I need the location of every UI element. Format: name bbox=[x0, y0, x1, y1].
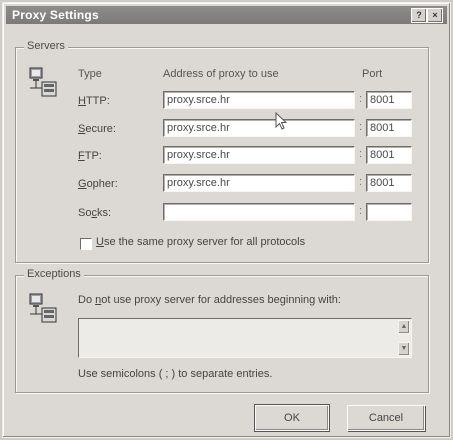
help-button[interactable]: ? bbox=[411, 8, 427, 23]
http-port-input[interactable]: 8001 bbox=[366, 91, 412, 109]
ok-button[interactable]: OK bbox=[254, 404, 330, 432]
exceptions-legend: Exceptions bbox=[24, 268, 84, 280]
gopher-port-input[interactable]: 8001 bbox=[366, 174, 412, 192]
servers-legend: Servers bbox=[24, 40, 68, 52]
socks-address-input[interactable] bbox=[163, 203, 355, 221]
ftp-label: FTP: bbox=[78, 150, 102, 162]
exceptions-textarea[interactable]: ▲ ▼ bbox=[78, 318, 412, 358]
gopher-label: Gopher: bbox=[78, 178, 118, 190]
cancel-button[interactable]: Cancel bbox=[347, 405, 425, 431]
servers-group: Servers Type Address of proxy to use Por… bbox=[15, 40, 429, 263]
secure-label: Secure: bbox=[78, 123, 116, 135]
gopher-colon: : bbox=[359, 176, 363, 188]
ftp-colon: : bbox=[359, 148, 363, 160]
secure-address-input[interactable]: proxy.srce.hr bbox=[163, 119, 355, 137]
secure-colon: : bbox=[359, 121, 363, 133]
exceptions-hint: Use semicolons ( ; ) to separate entries… bbox=[78, 368, 273, 380]
mouse-cursor-icon bbox=[275, 112, 288, 130]
proxy-settings-dialog: Proxy Settings ? × Servers Type Address … bbox=[2, 2, 451, 438]
window-title: Proxy Settings bbox=[12, 8, 99, 22]
network-computer-icon bbox=[29, 293, 57, 323]
exceptions-group: Exceptions Do not use proxy server for a… bbox=[15, 268, 429, 393]
http-colon: : bbox=[359, 93, 363, 105]
ftp-port-input[interactable]: 8001 bbox=[366, 146, 412, 164]
title-bar[interactable]: Proxy Settings ? × bbox=[6, 6, 447, 24]
same-proxy-checkbox[interactable] bbox=[80, 238, 92, 250]
socks-colon: : bbox=[359, 205, 363, 217]
gopher-address-input[interactable]: proxy.srce.hr bbox=[163, 174, 355, 192]
scroll-down-button[interactable]: ▼ bbox=[398, 342, 410, 356]
type-column-header: Type bbox=[78, 68, 102, 80]
exceptions-description: Do not use proxy server for addresses be… bbox=[78, 294, 341, 306]
http-label: HTTP: bbox=[78, 95, 110, 107]
scroll-up-button[interactable]: ▲ bbox=[398, 320, 410, 334]
http-address-input[interactable]: proxy.srce.hr bbox=[163, 91, 355, 109]
close-button[interactable]: × bbox=[427, 8, 443, 23]
same-proxy-label[interactable]: Use the same proxy server for all protoc… bbox=[96, 236, 305, 248]
address-column-header: Address of proxy to use bbox=[163, 68, 279, 80]
network-computer-icon bbox=[29, 67, 57, 97]
secure-port-input[interactable]: 8001 bbox=[366, 119, 412, 137]
socks-label: Socks: bbox=[78, 207, 112, 219]
port-column-header: Port bbox=[362, 68, 383, 80]
ftp-address-input[interactable]: proxy.srce.hr bbox=[163, 146, 355, 164]
socks-port-input[interactable] bbox=[366, 203, 412, 221]
